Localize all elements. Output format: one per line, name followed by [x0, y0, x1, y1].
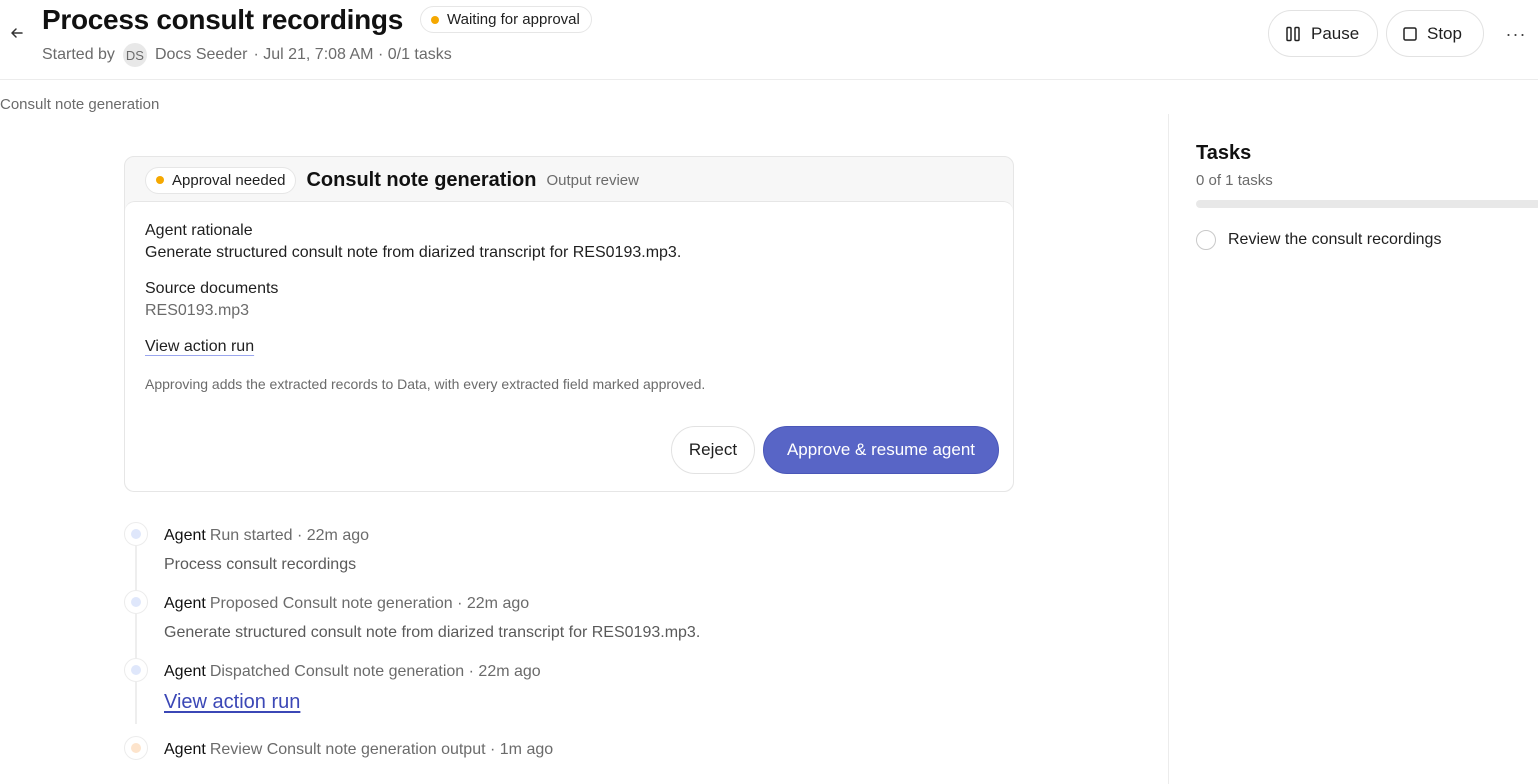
timeline-actor: Agent	[164, 741, 206, 758]
task-label: Review the consult recordings	[1228, 231, 1442, 248]
timeline-connector	[135, 682, 137, 724]
tasks-progress-bar	[1196, 200, 1538, 208]
page-header: Process consult recordings Waiting for a…	[0, 0, 1538, 80]
section-label: Consult note generation	[0, 96, 160, 113]
approve-resume-button[interactable]: Approve & resume agent	[763, 426, 999, 474]
task-item[interactable]: Review the consult recordings	[1196, 230, 1441, 250]
user-name: Docs Seeder	[154, 46, 248, 63]
rationale-text: Generate structured consult note from di…	[145, 244, 682, 261]
view-action-run-link[interactable]: View action run	[145, 338, 254, 356]
rationale-label: Agent rationale	[145, 222, 253, 239]
stop-button[interactable]: Stop	[1386, 10, 1484, 57]
approval-card-header: Approval needed Consult note generation …	[125, 157, 1013, 203]
pause-button[interactable]: Pause	[1268, 10, 1378, 57]
reject-button[interactable]: Reject	[671, 426, 755, 474]
status-badge-label: Waiting for approval	[447, 11, 580, 28]
approval-badge-label: Approval needed	[172, 171, 286, 189]
timeline-actor: Agent	[164, 595, 206, 612]
timeline-marker-icon	[124, 736, 148, 760]
timeline-marker-icon	[124, 522, 148, 546]
timeline-actor: Agent	[164, 663, 206, 680]
stop-icon	[1403, 26, 1417, 41]
source-file: RES0193.mp3	[145, 302, 250, 319]
back-arrow-icon[interactable]	[6, 22, 28, 44]
approval-card: Approval needed Consult note generation …	[124, 156, 1014, 492]
timeline-detail: Process consult recordings	[164, 556, 357, 573]
run-meta-details: · Jul 21, 7:08 AM · 0/1 tasks	[253, 46, 452, 63]
timeline-event: Run started · 22m ago	[209, 527, 370, 544]
task-checkbox-icon[interactable]	[1196, 230, 1216, 250]
timeline-actor: Agent	[164, 527, 206, 544]
tasks-title: Tasks	[1196, 142, 1252, 164]
avatar: DS	[122, 43, 147, 67]
timeline-event: Proposed Consult note generation · 22m a…	[209, 595, 530, 612]
timeline-detail: Generate structured consult note from di…	[164, 624, 701, 641]
status-dot-icon	[431, 15, 439, 24]
more-options-icon[interactable]: ···	[1502, 20, 1530, 48]
pause-icon	[1286, 26, 1300, 41]
started-by-label: Started by	[42, 46, 115, 63]
approval-card-body: Agent rationale Generate structured cons…	[125, 201, 1013, 491]
source-documents-label: Source documents	[145, 280, 279, 297]
stop-button-label: Stop	[1427, 23, 1462, 43]
approval-card-subtitle: Output review	[546, 171, 639, 189]
approval-dot-icon	[156, 176, 164, 184]
pause-button-label: Pause	[1311, 23, 1360, 43]
timeline-view-action-run-link[interactable]: View action run	[164, 691, 300, 714]
timeline-event: Review Consult note generation output · …	[209, 741, 554, 758]
tasks-count: 0 of 1 tasks	[1196, 172, 1273, 189]
status-badge: Waiting for approval	[420, 6, 592, 33]
page-title: Process consult recordings	[42, 4, 403, 35]
tasks-panel: Tasks 0 of 1 tasks Review the consult re…	[1168, 114, 1538, 784]
timeline-marker-icon	[124, 658, 148, 682]
approval-needed-badge: Approval needed	[145, 166, 297, 194]
timeline-marker-icon	[124, 590, 148, 614]
run-meta: Started by DS Docs Seeder · Jul 21, 7:08…	[42, 42, 452, 68]
approval-note: Approving adds the extracted records to …	[145, 376, 706, 392]
approval-card-title: Consult note generation	[306, 168, 537, 191]
timeline-event: Dispatched Consult note generation · 22m…	[209, 663, 541, 680]
